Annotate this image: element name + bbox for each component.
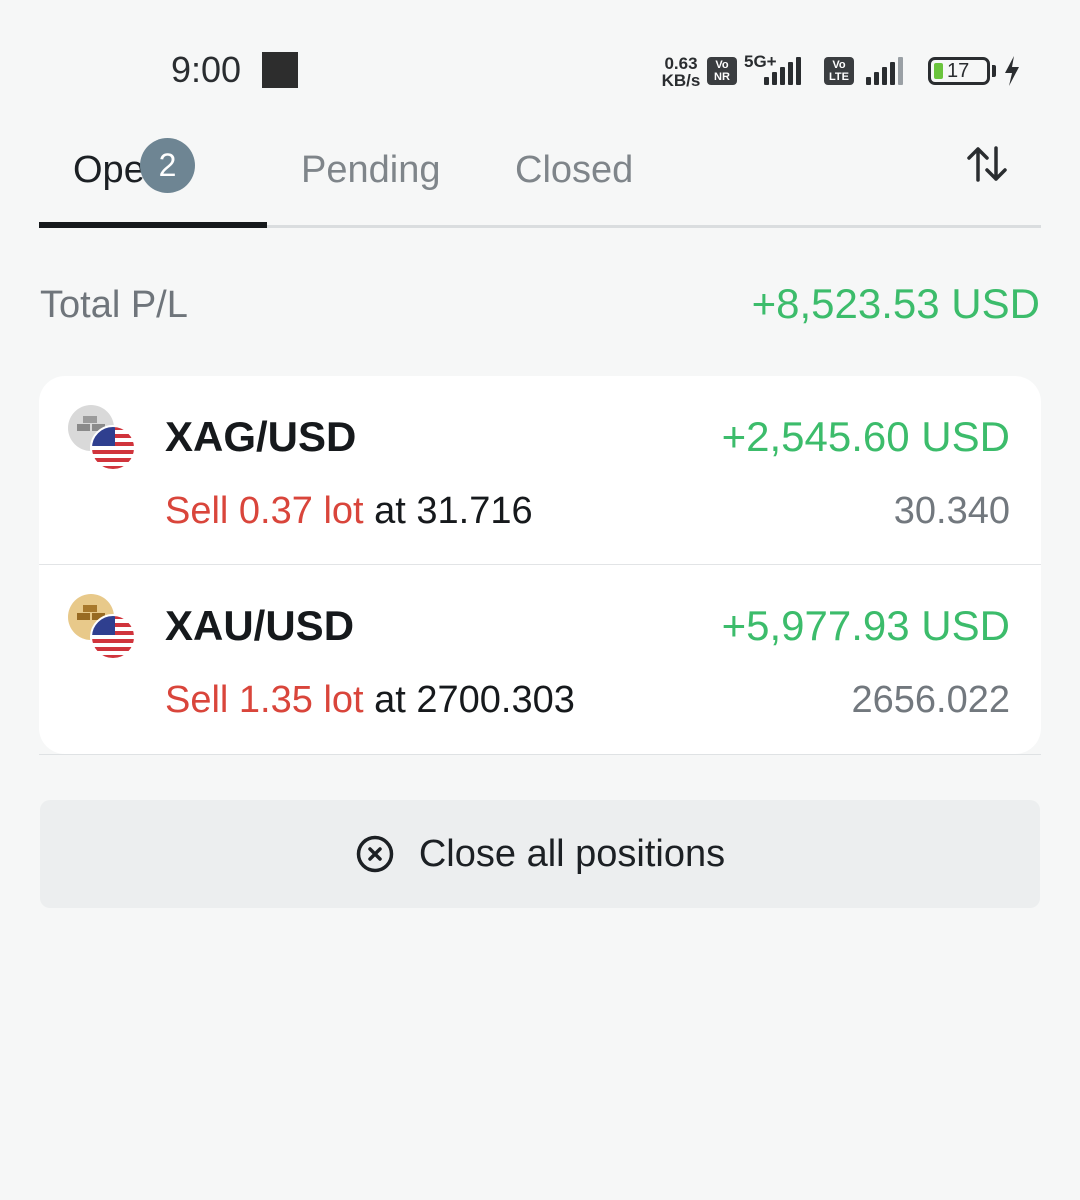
order-open-price: at 31.716	[363, 490, 533, 532]
current-price: 2656.022	[851, 679, 1011, 721]
position-pl: +5,977.93 USD	[721, 602, 1010, 649]
gold-usd-icon	[68, 594, 136, 660]
network-speed-value: 0.63	[664, 54, 698, 73]
close-all-positions-button[interactable]: Close all positions	[40, 800, 1040, 908]
silver-usd-icon	[68, 405, 136, 471]
open-count-badge: 2	[140, 138, 195, 193]
charging-bolt-icon	[1005, 56, 1019, 86]
order-details: Sell 0.37 lot at 31.716	[165, 488, 533, 534]
order-open-price: at 2700.303	[363, 679, 575, 721]
pair-name: XAU/USD	[165, 602, 355, 649]
tab-closed[interactable]: Closed	[515, 140, 633, 200]
current-price: 30.340	[893, 490, 1010, 532]
status-bar: 9:00 0.63 KB/s Vo NR 5G+ Vo LTE 17	[0, 0, 1080, 120]
signal-strength-icon-2	[866, 57, 903, 85]
vonr-bottom: NR	[714, 71, 730, 83]
total-pl-value: +8,523.53 USD	[751, 280, 1040, 327]
vonr-icon: Vo NR	[707, 57, 737, 85]
pair-name: XAG/USD	[165, 413, 357, 460]
position-row-xagusd[interactable]: XAG/USD +2,545.60 USD Sell 0.37 lot at 3…	[39, 376, 1041, 565]
position-pl: +2,545.60 USD	[721, 413, 1010, 460]
list-divider	[39, 754, 1041, 755]
position-row-xauusd[interactable]: XAU/USD +5,977.93 USD Sell 1.35 lot at 2…	[39, 565, 1041, 754]
volte-bottom: LTE	[829, 71, 849, 83]
battery-fill	[934, 63, 943, 79]
battery-icon: 17	[928, 57, 990, 85]
volte-top: Vo	[832, 59, 846, 71]
vonr-top: Vo	[715, 59, 729, 71]
battery-tip	[992, 65, 996, 77]
notification-square-icon	[262, 52, 298, 88]
positions-list: XAG/USD +2,545.60 USD Sell 0.37 lot at 3…	[39, 376, 1041, 754]
order-side: Sell 1.35 lot	[165, 679, 364, 721]
close-all-label: Close all positions	[418, 832, 726, 875]
sort-arrows-icon[interactable]	[965, 144, 1009, 184]
order-side: Sell 0.37 lot	[165, 490, 364, 532]
close-circle-icon	[356, 835, 394, 873]
active-tab-indicator	[39, 222, 267, 228]
network-speed-unit: KB/s	[661, 71, 701, 90]
volte-icon: Vo LTE	[824, 57, 854, 85]
status-time: 9:00	[171, 49, 242, 90]
battery-level: 17	[947, 60, 970, 82]
order-details: Sell 1.35 lot at 2700.303	[165, 677, 575, 723]
total-pl-label: Total P/L	[40, 284, 188, 326]
signal-strength-icon	[764, 57, 801, 85]
network-speed: 0.63 KB/s	[658, 55, 704, 89]
tab-pending[interactable]: Pending	[301, 140, 440, 200]
